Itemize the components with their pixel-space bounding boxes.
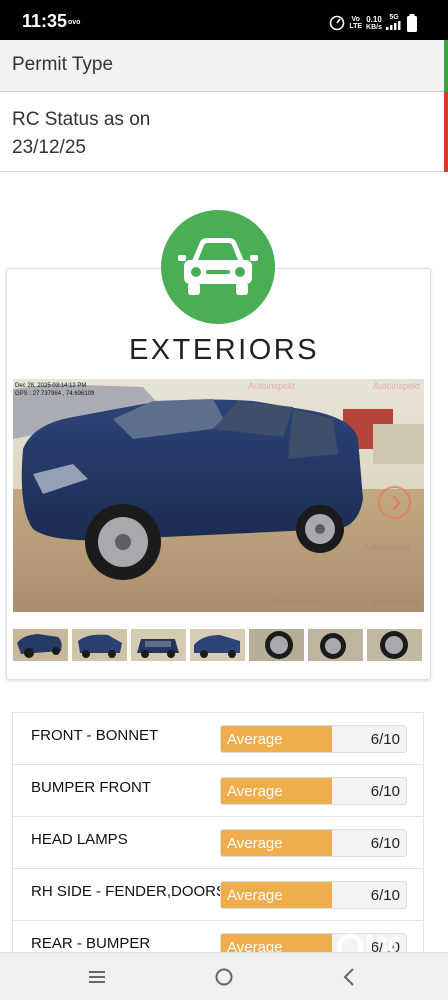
thumbnail-strip bbox=[13, 629, 424, 661]
inspection-item: FRONT - BONNET Average 6/10 bbox=[13, 713, 423, 765]
system-nav-bar bbox=[0, 952, 448, 1000]
next-photo-button[interactable] bbox=[378, 486, 411, 519]
rating-text: Average bbox=[227, 783, 283, 800]
speed-unit: KB/s bbox=[366, 23, 382, 31]
home-icon[interactable] bbox=[212, 965, 236, 989]
data-speed: 0.10 KB/s bbox=[366, 14, 382, 31]
status-accent-red bbox=[444, 92, 448, 172]
volte-top: Vo bbox=[351, 16, 360, 23]
item-label: REAR - BUMPER bbox=[31, 935, 151, 952]
watermark-text: Autoinspekt bbox=[273, 597, 321, 607]
carrier-label: ovo bbox=[68, 19, 81, 26]
status-bar: 11:35 ovo Vo LTE 0.10 KB/s 5G bbox=[0, 0, 448, 40]
inspection-list: FRONT - BONNET Average 6/10 BUMPER FRONT… bbox=[12, 712, 424, 973]
thumbnail[interactable] bbox=[13, 629, 68, 661]
rating-score: 6/10 bbox=[370, 783, 400, 800]
thumbnail[interactable] bbox=[131, 629, 186, 661]
rating-text: Average bbox=[227, 835, 283, 852]
menu-icon[interactable] bbox=[85, 965, 109, 989]
signal-icon bbox=[386, 21, 401, 30]
item-label: BUMPER FRONT bbox=[31, 779, 151, 796]
main-car-photo[interactable]: Dec 28, 2025 03:14:12 PM GPS : 27.737964… bbox=[13, 379, 424, 612]
hotspot-icon bbox=[330, 15, 345, 31]
rating-score: 6/10 bbox=[370, 835, 400, 852]
rating-score: 6/10 bbox=[370, 731, 400, 748]
inspection-item: HEAD LAMPS Average 6/10 bbox=[13, 817, 423, 869]
watermark-text: Autoinspekt bbox=[373, 597, 421, 607]
inspection-item: BUMPER FRONT Average 6/10 bbox=[13, 765, 423, 817]
rating-score: 6/10 bbox=[370, 887, 400, 904]
speed-value: 0.10 bbox=[366, 14, 382, 24]
thumbnail[interactable] bbox=[308, 629, 363, 661]
volte-indicator: Vo LTE bbox=[349, 16, 362, 30]
item-label: RH SIDE - FENDER,DOORS bbox=[31, 883, 227, 900]
section-title: EXTERIORS bbox=[128, 334, 320, 366]
section-icon-badge bbox=[161, 210, 275, 324]
item-label: FRONT - BONNET bbox=[31, 727, 159, 744]
volte-bottom: LTE bbox=[349, 23, 363, 30]
timestamp-date: Dec 28, 2025 03:14:12 PM bbox=[15, 383, 87, 389]
car-icon bbox=[178, 238, 258, 295]
rating-text: Average bbox=[227, 887, 283, 904]
thumbnail[interactable] bbox=[249, 629, 304, 661]
rating-bar: Average 6/10 bbox=[220, 777, 407, 805]
thumbnail[interactable] bbox=[190, 629, 245, 661]
item-label: HEAD LAMPS bbox=[31, 831, 128, 848]
status-accent-green bbox=[444, 40, 448, 92]
watermark-text: Autoinspekt bbox=[363, 542, 411, 552]
back-icon[interactable] bbox=[338, 965, 362, 989]
rc-status-label: RC Status as on 23/12/25 bbox=[12, 109, 151, 158]
watermark-text: Autoinspekt bbox=[373, 381, 421, 391]
rating-bar: Average 6/10 bbox=[220, 829, 407, 857]
car-photo-image bbox=[13, 379, 424, 612]
thumbnail[interactable] bbox=[72, 629, 127, 661]
network-type: 5G bbox=[386, 14, 402, 32]
rating-bar: Average 6/10 bbox=[220, 881, 407, 909]
rating-bar: Average 6/10 bbox=[220, 725, 407, 753]
network-label: 5G bbox=[389, 14, 399, 21]
timestamp-gps: GPS : 27.737964 , 74.696109 bbox=[15, 391, 95, 397]
status-icons: Vo LTE 0.10 KB/s 5G bbox=[329, 14, 418, 32]
permit-type-row: Permit Type bbox=[0, 40, 448, 92]
photo-timestamp: Dec 28, 2025 03:14:12 PM GPS : 27.737964… bbox=[15, 382, 94, 398]
inspection-item: RH SIDE - FENDER,DOORS Average 6/10 bbox=[13, 869, 423, 921]
watermark-text: Autoinspekt bbox=[248, 381, 296, 391]
rating-text: Average bbox=[227, 731, 283, 748]
clock: 11:35 bbox=[22, 11, 68, 31]
thumbnail[interactable] bbox=[367, 629, 422, 661]
rc-status-row: RC Status as on 23/12/25 bbox=[0, 92, 448, 172]
permit-type-label: Permit Type bbox=[12, 54, 114, 75]
battery-icon bbox=[407, 14, 417, 32]
